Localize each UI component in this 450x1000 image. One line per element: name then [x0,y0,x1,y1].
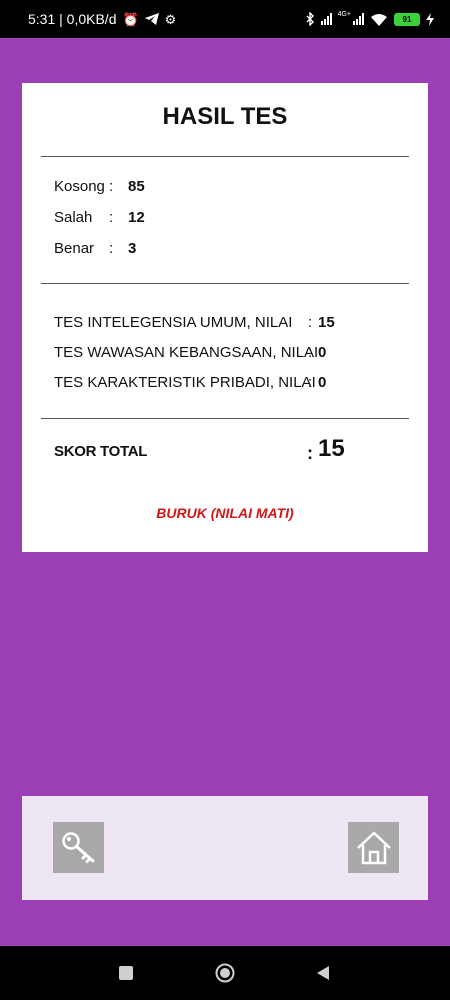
result-card: HASIL TES Kosong : 85 Salah : 12 Benar :… [22,83,428,552]
total-score-sep: : [307,443,313,463]
home-icon [356,831,391,864]
signal-icon-2 [353,13,364,25]
answer-row-kosong: Kosong : 85 [54,178,174,196]
status-bar: 5:31 | 0,0KB/d ⏰ ⚙ 4G+ 91 [0,0,450,38]
home-button[interactable] [348,822,399,873]
back-button[interactable] [313,963,333,983]
test-value: 0 [318,344,327,361]
back-triangle-icon [317,966,329,980]
page-title: HASIL TES [162,103,288,130]
answer-label: Benar [54,240,95,257]
answer-value: 12 [128,209,145,226]
alarm-icon: ⏰ [122,11,139,27]
status-bar-left: 5:31 | 0,0KB/d ⏰ ⚙ [28,11,176,27]
telegram-icon [144,13,159,25]
recents-button[interactable] [116,963,136,983]
test-value: 15 [318,314,335,331]
total-score-value: 15 [318,435,345,462]
charging-icon [426,12,434,26]
answer-sep: : [109,240,114,257]
answer-sep: : [109,209,114,226]
answer-row-benar: Benar : 3 [54,240,174,258]
wifi-icon [371,13,387,26]
test-label: TES KARAKTERISTIK PRIBADI, NILAI [54,374,316,391]
divider [41,283,409,284]
test-label: TES WAWASAN KEBANGSAAN, NILAI [54,344,319,361]
divider [41,418,409,419]
gear-icon: ⚙ [164,11,177,27]
key-icon [61,831,94,863]
test-value: 0 [318,374,327,391]
answer-value: 3 [128,240,137,257]
key-button[interactable] [53,822,104,873]
answer-label: Kosong [54,178,105,195]
test-row-tkp: TES KARAKTERISTIK PRIBADI, NILAI : 0 [54,374,364,392]
battery-icon: 91 [394,12,420,26]
signal-icon [320,13,332,25]
navigation-bar [0,946,450,1000]
bluetooth-icon [306,12,314,26]
test-row-twk: TES WAWASAN KEBANGSAAN, NILAI : 0 [54,344,364,362]
circle-icon [215,963,235,983]
test-row-tiu: TES INTELEGENSIA UMUM, NILAI : 15 [54,314,364,332]
answer-label: Salah [54,209,93,226]
answer-sep: : [109,178,114,195]
answer-value: 85 [128,178,145,195]
status-bar-right: 4G+ 91 [306,10,434,26]
square-icon [119,966,133,980]
verdict-text: BURUK (NILAI MATI) [156,505,294,521]
answer-row-salah: Salah : 12 [54,209,174,227]
home-nav-button[interactable] [215,963,235,983]
test-sep: : [308,374,313,391]
test-sep: : [308,344,313,361]
network-type-label: 4G+ [337,10,351,18]
bottom-action-panel [22,796,428,900]
status-time: 5:31 | 0,0KB/d [28,11,117,27]
divider [41,156,409,157]
test-label: TES INTELEGENSIA UMUM, NILAI [54,314,293,331]
total-score-label: SKOR TOTAL [54,443,148,460]
test-sep: : [308,314,313,331]
